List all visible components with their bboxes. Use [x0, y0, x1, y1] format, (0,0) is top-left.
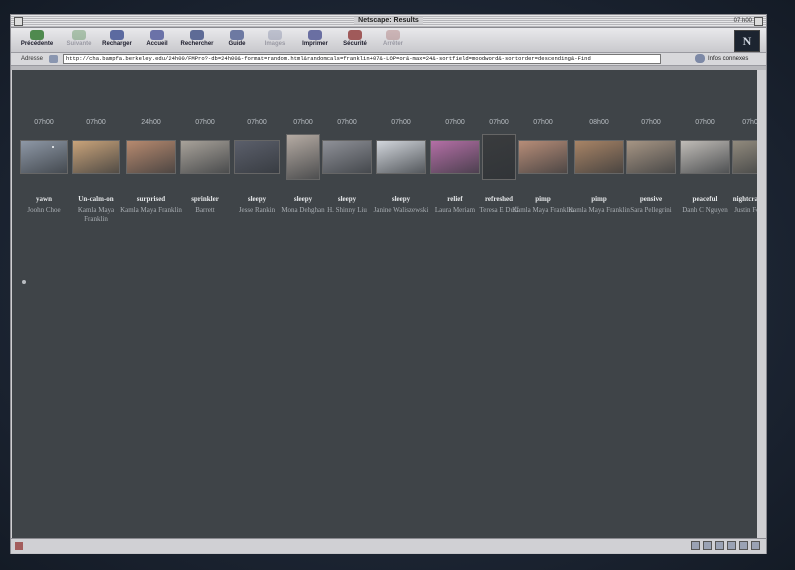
- result-time: 07h00: [86, 119, 106, 126]
- related-links-icon[interactable]: [695, 54, 705, 63]
- result-author: Kamla Maya Franklin: [512, 206, 574, 214]
- reload-button[interactable]: Recharger: [97, 29, 137, 51]
- back-button[interactable]: Précédente: [17, 29, 57, 51]
- mail-icon[interactable]: [703, 541, 712, 550]
- security-button[interactable]: Sécurité: [335, 29, 375, 51]
- location-label: Adresse: [21, 56, 44, 62]
- security-icon: [348, 30, 362, 40]
- title-bar[interactable]: Netscape: Results 07 h00: [11, 15, 766, 28]
- result-thumbnail[interactable]: [376, 140, 426, 174]
- result-thumbnail[interactable]: [626, 140, 676, 174]
- navigation-toolbar: Précédente Suivante Recharger Accueil Re…: [11, 28, 766, 53]
- related-links-label[interactable]: Infos connexes: [708, 53, 748, 65]
- result-time: 07h00: [34, 119, 54, 126]
- result-author: Justin Forest: [734, 206, 757, 214]
- result-mood[interactable]: Un-calm-on: [66, 195, 126, 203]
- result-time: 07h00: [445, 119, 465, 126]
- result-thumbnail[interactable]: [180, 140, 230, 174]
- result-thumbnail[interactable]: [732, 140, 757, 174]
- result-time: 07h00: [337, 119, 357, 126]
- result-author: Jesse Rankin: [238, 206, 276, 214]
- result-author: Joohn Choe: [27, 206, 61, 214]
- result-time: 07h00: [391, 119, 411, 126]
- result-time: 08h00: [589, 119, 609, 126]
- home-icon: [150, 30, 164, 40]
- result-thumbnail[interactable]: [322, 140, 372, 174]
- navigator-icon[interactable]: [691, 541, 700, 550]
- result-time: 07h00: [533, 119, 553, 126]
- result-mood[interactable]: pensive: [620, 195, 682, 203]
- result-thumbnail[interactable]: [286, 134, 320, 180]
- browser-window: Netscape: Results 07 h00 Précédente Suiv…: [10, 14, 767, 554]
- cursor-marker: [52, 146, 54, 148]
- composer-icon[interactable]: [727, 541, 736, 550]
- address-book-icon[interactable]: [739, 541, 748, 550]
- home-button[interactable]: Accueil: [137, 29, 177, 51]
- window-title: Netscape: Results: [11, 15, 766, 27]
- result-author: Barrett: [195, 206, 215, 214]
- status-bar: [11, 538, 766, 553]
- results-strip: 07h00 yawn Joohn Choe 07h00 Un-calm-on Kamla …: [12, 70, 757, 270]
- result-thumbnail[interactable]: [72, 140, 120, 174]
- stop-button[interactable]: Arrêter: [373, 29, 413, 51]
- bullet-marker: [22, 280, 26, 284]
- result-thumbnail[interactable]: [574, 140, 624, 174]
- search-button[interactable]: Rechercher: [177, 29, 217, 51]
- security-lock-icon[interactable]: [15, 542, 23, 550]
- component-bar: [691, 541, 760, 550]
- print-button[interactable]: Imprimer: [295, 29, 335, 51]
- result-time: 07h00: [195, 119, 215, 126]
- result-author: Janine Waliszewski: [373, 206, 429, 214]
- print-icon: [308, 30, 322, 40]
- result-thumbnail[interactable]: [482, 134, 516, 180]
- result-mood[interactable]: nightcrawler: [726, 195, 757, 203]
- edit-icon[interactable]: [751, 541, 760, 550]
- result-thumbnail[interactable]: [680, 140, 730, 174]
- netscape-logo[interactable]: N: [734, 30, 760, 52]
- guide-button[interactable]: Guide: [217, 29, 257, 51]
- images-icon: [268, 30, 282, 40]
- news-icon[interactable]: [715, 541, 724, 550]
- location-bar: Adresse http://cha.bampfa.berkeley.edu/2…: [11, 53, 766, 66]
- forward-arrow-icon: [72, 30, 86, 40]
- result-thumbnail[interactable]: [234, 140, 280, 174]
- result-author: Kamla Maya Franklin: [77, 206, 115, 223]
- result-time: 07h00: [247, 119, 267, 126]
- result-thumbnail[interactable]: [20, 140, 68, 174]
- result-time: 07h00: [695, 119, 715, 126]
- result-mood[interactable]: surprised: [120, 195, 182, 203]
- result-time: 07h00: [641, 119, 661, 126]
- result-author: H. Shinny Liu: [327, 206, 367, 214]
- result-mood[interactable]: yawn: [14, 195, 74, 203]
- result-time: 24h00: [141, 119, 161, 126]
- back-arrow-icon: [30, 30, 44, 40]
- forward-button[interactable]: Suivante: [59, 29, 99, 51]
- search-icon: [190, 30, 204, 40]
- result-mood[interactable]: sleepy: [316, 195, 378, 203]
- guide-icon: [230, 30, 244, 40]
- page-content: 07h00 yawn Joohn Choe 07h00 Un-calm-on Kamla …: [12, 70, 757, 540]
- zoom-box[interactable]: [754, 17, 763, 26]
- result-mood[interactable]: sleepy: [228, 195, 286, 203]
- menu-clock: 07 h00: [733, 18, 752, 24]
- bookmark-icon[interactable]: [49, 55, 58, 63]
- result-author: Sara Pellegrini: [630, 206, 672, 214]
- url-field[interactable]: http://cha.bampfa.berkeley.edu/24h00/FMP…: [63, 54, 661, 64]
- result-thumbnail[interactable]: [126, 140, 176, 174]
- result-time: 07h00: [293, 119, 313, 126]
- reload-icon: [110, 30, 124, 40]
- result-thumbnail[interactable]: [430, 140, 480, 174]
- images-button[interactable]: Images: [255, 29, 295, 51]
- result-mood[interactable]: sprinkler: [174, 195, 236, 203]
- result-mood[interactable]: pimp: [512, 195, 574, 203]
- result-time: 07h00: [489, 119, 509, 126]
- result-time: 07h00: [742, 119, 757, 126]
- result-author: Kamla Maya Franklin: [120, 206, 182, 214]
- result-mood[interactable]: sleepy: [370, 195, 432, 203]
- result-thumbnail[interactable]: [518, 140, 568, 174]
- stop-icon: [386, 30, 400, 40]
